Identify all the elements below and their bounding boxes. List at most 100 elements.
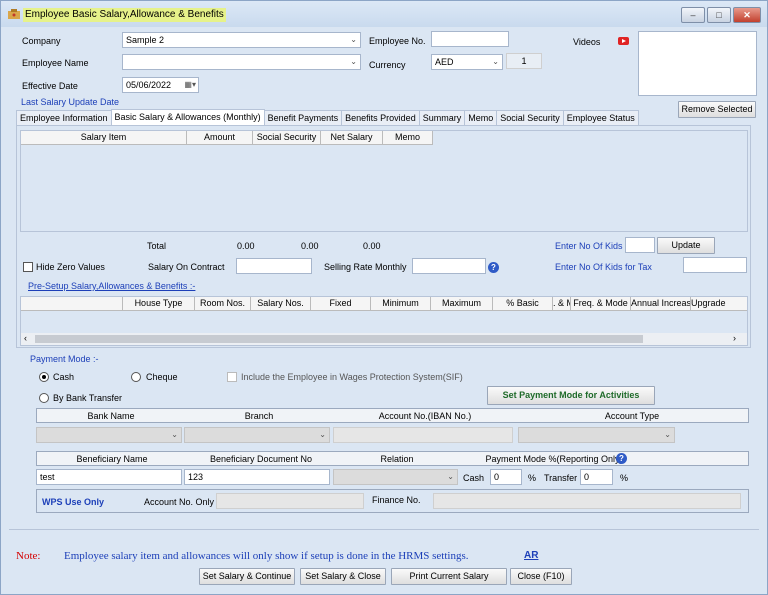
chevron-down-icon: ⌄	[319, 430, 326, 439]
update-button[interactable]: Update	[657, 237, 715, 254]
col-annual-increase: Annual Increas	[631, 297, 691, 310]
ar-link[interactable]: AR	[524, 550, 538, 561]
company-value: Sample 2	[126, 35, 165, 45]
col-amount: Amount	[187, 131, 253, 144]
chevron-down-icon: ⌄	[171, 430, 178, 439]
bank-transfer-label: By Bank Transfer	[53, 393, 123, 403]
total-social-security: 0.00	[301, 241, 319, 251]
tab-employee-status[interactable]: Employee Status	[562, 110, 639, 125]
salary-tab-pane: Salary Item Amount Social Security Net S…	[16, 125, 751, 348]
tab-summary[interactable]: Summary	[418, 110, 466, 125]
tab-strip: Employee Information Basic Salary & Allo…	[16, 109, 639, 125]
hide-zero-checkbox[interactable]	[23, 262, 33, 272]
currency-select[interactable]: AED ⌄	[431, 54, 503, 70]
transfer-pct-field[interactable]: 0	[580, 469, 613, 485]
main-window: Employee Basic Salary,Allowance & Benefi…	[0, 0, 768, 595]
effective-date-picker[interactable]: 05/06/2022 ▦▾	[122, 77, 199, 93]
scroll-right-icon[interactable]: ›	[733, 333, 736, 343]
wps-only-label: WPS Use Only	[42, 497, 105, 507]
tab-employee-information[interactable]: Employee Information	[16, 110, 112, 125]
cash-radio[interactable]	[39, 372, 49, 382]
no-kids-tax-field[interactable]	[683, 257, 747, 273]
tab-benefits-provided[interactable]: Benefits Provided	[341, 110, 420, 125]
bank-transfer-radio[interactable]	[39, 393, 49, 403]
account-no-only-field[interactable]	[216, 493, 364, 509]
finance-no-field[interactable]	[433, 493, 741, 509]
videos-label: Videos	[573, 37, 601, 47]
tab-memo[interactable]: Memo	[464, 110, 498, 125]
wps-include-checkbox[interactable]	[227, 372, 237, 382]
beneficiary-doc-field[interactable]: 123	[184, 469, 330, 485]
maximize-button[interactable]: □	[707, 7, 731, 23]
help-icon[interactable]: ?	[488, 262, 499, 273]
close-button[interactable]: Close (F10)	[510, 568, 572, 585]
divider	[9, 529, 759, 530]
wps-include-label: Include the Employee in Wages Protection…	[241, 372, 463, 382]
account-type-select[interactable]: ⌄	[518, 427, 675, 443]
company-label: Company	[22, 36, 61, 46]
total-net-salary: 0.00	[363, 241, 381, 251]
chevron-down-icon: ⌄	[492, 57, 499, 66]
total-label: Total	[147, 241, 167, 251]
salary-grid[interactable]: Salary Item Amount Social Security Net S…	[20, 130, 748, 232]
minimize-button[interactable]: –	[681, 7, 705, 23]
presetup-grid[interactable]: House Type Room Nos. Salary Nos. Fixed M…	[20, 296, 748, 346]
col-salary-nos: Salary Nos.	[251, 297, 311, 310]
col-memo: Memo	[383, 131, 433, 144]
salary-grid-header: Salary Item Amount Social Security Net S…	[21, 131, 433, 145]
calendar-icon[interactable]: ▦▾	[184, 80, 196, 89]
col-net-salary: Net Salary	[321, 131, 383, 144]
effective-date-label: Effective Date	[22, 81, 78, 91]
cash-pct-field[interactable]: 0	[490, 469, 522, 485]
finance-no-label: Finance No.	[372, 495, 421, 505]
remove-selected-button[interactable]: Remove Selected	[678, 101, 756, 118]
set-salary-close-button[interactable]: Set Salary & Close	[300, 568, 386, 585]
tab-basic-salary[interactable]: Basic Salary & Allowances (Monthly)	[110, 109, 265, 125]
col-relation: Relation	[380, 454, 414, 464]
scrollbar-thumb[interactable]	[35, 335, 643, 343]
enter-no-kids-label: Enter No Of Kids	[555, 241, 623, 251]
window-title: Employee Basic Salary,Allowance & Benefi…	[23, 8, 226, 22]
col-branch: Branch	[244, 411, 274, 421]
employee-no-field[interactable]	[431, 31, 509, 47]
scroll-left-icon[interactable]: ‹	[24, 333, 27, 343]
close-window-button[interactable]: ✕	[733, 7, 761, 23]
videos-panel[interactable]	[638, 31, 757, 96]
cash-pct-sign: %	[528, 473, 537, 483]
salary-on-contract-label: Salary On Contract	[148, 262, 225, 272]
col-account-type: Account Type	[604, 411, 660, 421]
col-beneficiary-doc: Beneficiary Document No	[209, 454, 313, 464]
beneficiary-table-header: Beneficiary Name Beneficiary Document No…	[36, 451, 749, 466]
cheque-radio[interactable]	[131, 372, 141, 382]
bank-name-select[interactable]: ⌄	[36, 427, 182, 443]
beneficiary-name-field[interactable]: test	[36, 469, 182, 485]
total-amount: 0.00	[237, 241, 255, 251]
col-maximum: Maximum	[431, 297, 493, 310]
horizontal-scrollbar[interactable]: ‹ ›	[21, 333, 747, 345]
set-salary-continue-button[interactable]: Set Salary & Continue	[199, 568, 295, 585]
cash-label: Cash	[53, 372, 75, 382]
presetup-grid-header: House Type Room Nos. Salary Nos. Fixed M…	[21, 297, 747, 311]
branch-select[interactable]: ⌄	[184, 427, 330, 443]
help-icon[interactable]: ?	[616, 453, 627, 464]
currency-value: AED	[435, 57, 454, 67]
employee-name-select[interactable]: ⌄	[122, 54, 361, 70]
company-select[interactable]: Sample 2 ⌄	[122, 32, 361, 48]
presetup-link[interactable]: Pre-Setup Salary,Allowances & Benefits :…	[28, 281, 195, 292]
youtube-icon[interactable]	[618, 37, 629, 45]
salary-on-contract-field[interactable]	[236, 258, 312, 274]
no-kids-field[interactable]	[625, 237, 655, 253]
chevron-down-icon: ⌄	[447, 472, 454, 481]
selling-rate-field[interactable]	[412, 258, 486, 274]
tab-social-security[interactable]: Social Security	[496, 110, 564, 125]
col-fixed: Fixed	[311, 297, 371, 310]
cash-pct-label: Cash	[463, 473, 485, 483]
account-no-only-label: Account No. Only	[144, 497, 215, 507]
relation-select[interactable]: ⌄	[333, 469, 458, 485]
cheque-label: Cheque	[146, 372, 178, 382]
tab-benefit-payments[interactable]: Benefit Payments	[263, 110, 343, 125]
print-current-salary-button[interactable]: Print Current Salary	[391, 568, 507, 585]
effective-date-value: 05/06/2022	[126, 80, 172, 90]
account-no-field[interactable]	[333, 427, 513, 443]
set-payment-mode-button[interactable]: Set Payment Mode for Activities	[487, 386, 655, 405]
